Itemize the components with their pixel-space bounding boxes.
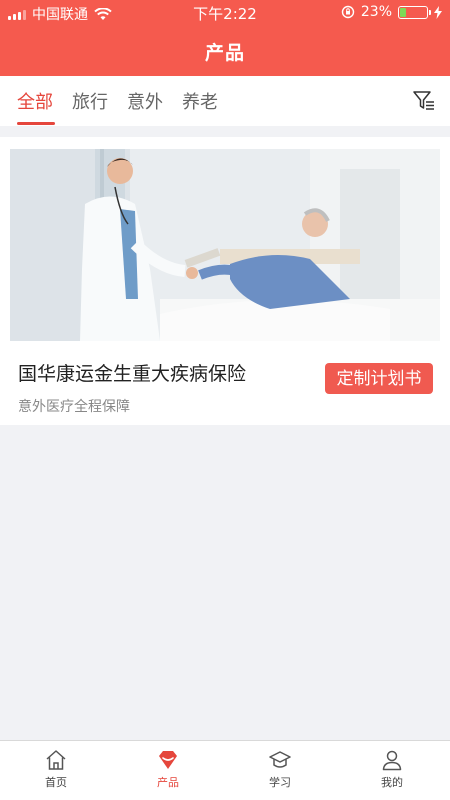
page-title: 产品 xyxy=(204,42,245,64)
top-bar: 中国联通 下午2:22 23% 产品 xyxy=(0,0,450,76)
nav-learn-label: 学习 xyxy=(269,776,291,789)
nav-learn[interactable]: 学习 xyxy=(250,749,310,790)
nav-home-label: 首页 xyxy=(45,776,67,789)
active-tab-indicator xyxy=(17,122,55,125)
product-name: 国华康运金生重大疾病保险 xyxy=(18,363,247,385)
home-icon xyxy=(46,750,66,770)
orientation-lock-icon xyxy=(341,5,355,19)
status-right: 23% xyxy=(341,4,442,20)
category-tabs: 全部 旅行 意外 养老 xyxy=(0,76,450,126)
nav-mine-label: 我的 xyxy=(381,776,403,789)
product-gem-icon xyxy=(159,751,177,769)
status-bar: 中国联通 下午2:22 23% xyxy=(0,0,450,24)
product-card[interactable]: 国华康运金生重大疾病保险 意外医疗全程保障 定制计划书 xyxy=(0,137,450,425)
nav-product[interactable]: 产品 xyxy=(138,749,198,790)
filter-icon[interactable] xyxy=(412,89,436,113)
battery-percent: 23% xyxy=(360,4,392,20)
nav-mine[interactable]: 我的 xyxy=(362,749,422,790)
tab-pension[interactable]: 养老 xyxy=(182,88,218,114)
bottom-nav: 首页 产品 学习 我的 xyxy=(0,740,450,800)
tab-all[interactable]: 全部 xyxy=(17,88,53,114)
product-subtitle: 意外医疗全程保障 xyxy=(18,399,130,415)
charging-bolt-icon xyxy=(434,5,442,19)
tab-accident[interactable]: 意外 xyxy=(127,88,163,114)
nav-product-label: 产品 xyxy=(157,776,179,789)
nav-home[interactable]: 首页 xyxy=(26,749,86,790)
product-image xyxy=(10,149,440,341)
graduation-cap-icon xyxy=(269,751,291,768)
customize-plan-button[interactable]: 定制计划书 xyxy=(325,363,433,394)
user-icon xyxy=(382,750,402,771)
tab-travel[interactable]: 旅行 xyxy=(72,88,108,114)
battery-fill xyxy=(400,7,406,17)
battery-icon xyxy=(398,5,431,19)
